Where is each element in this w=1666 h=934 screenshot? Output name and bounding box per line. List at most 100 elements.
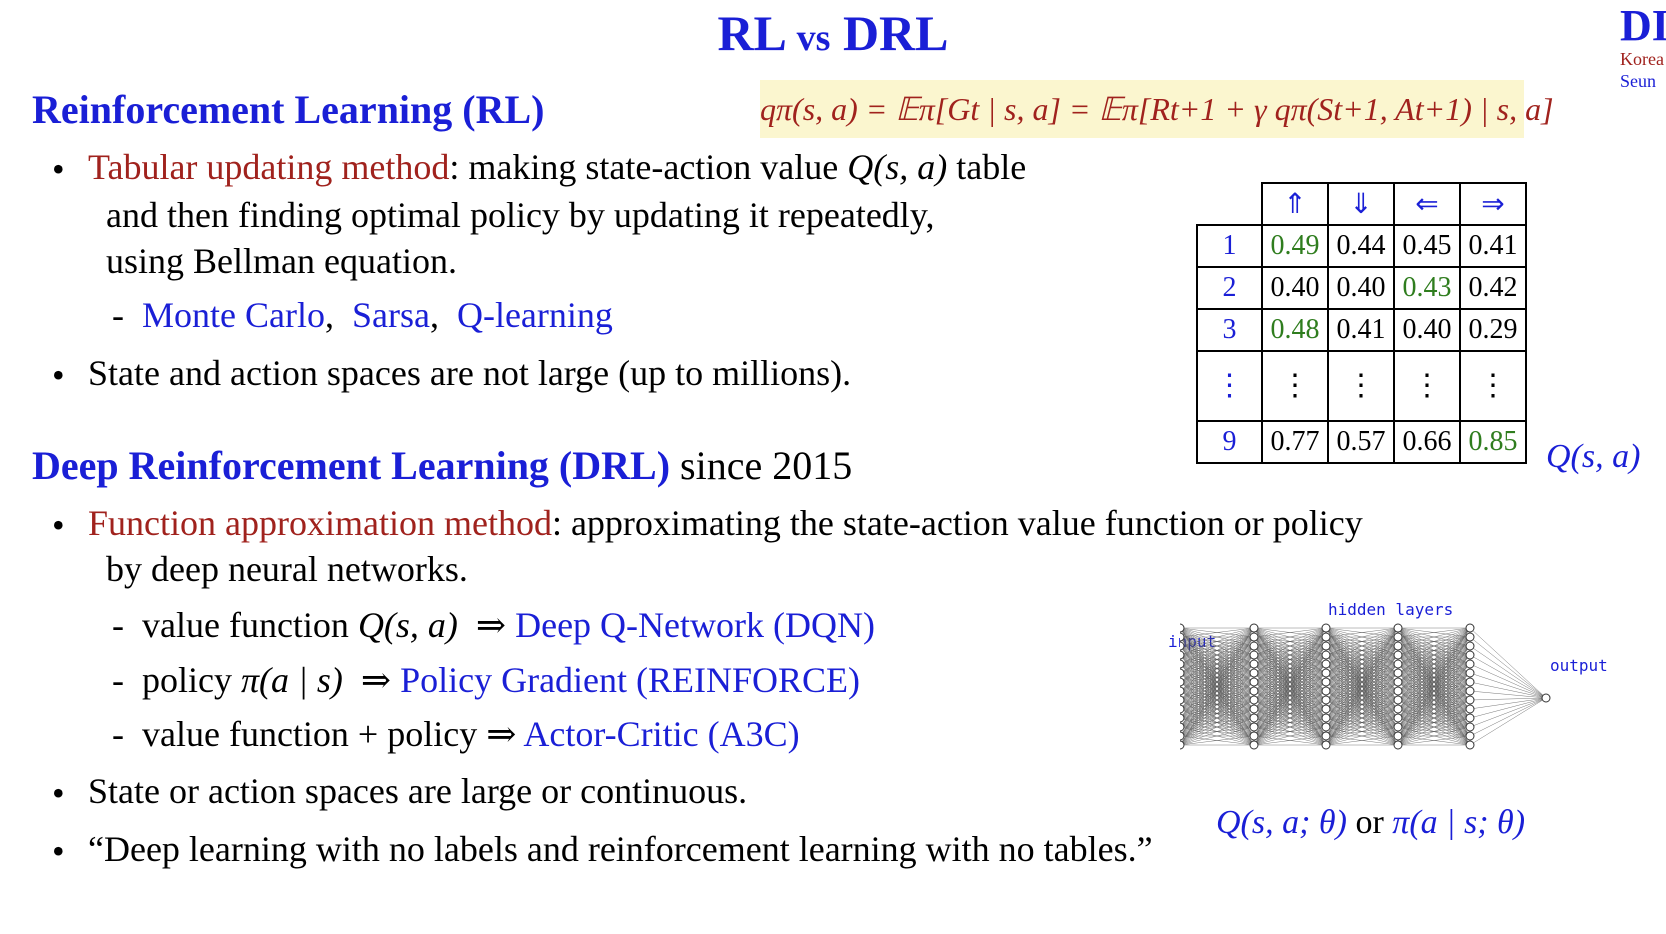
hidden-node (1465, 686, 1475, 696)
item-math: Q(s, a) (357, 605, 458, 645)
drl-item-a3c: - value function + policy ⇒ Actor-Critic… (112, 713, 800, 755)
input-node (1180, 713, 1185, 723)
hidden-node (1393, 623, 1403, 633)
bullet-dot: • (52, 831, 65, 871)
nn-hidden-label: hidden layers (1328, 600, 1454, 619)
neural-network-diagram (1180, 623, 1551, 750)
hidden-node (1249, 704, 1259, 714)
item-pre: value function (142, 605, 358, 645)
drl-bullet1-line2: by deep neural networks. (106, 549, 468, 589)
input-node (1180, 704, 1185, 714)
hidden-node (1321, 731, 1331, 741)
rl-methods: - Monte Carlo, Sarsa, Q-learning (112, 294, 613, 336)
hidden-node (1249, 695, 1259, 705)
q-table-row: ⋮ ⋮ ⋮ ⋮ ⋮ (1196, 350, 1527, 422)
item-result: Policy Gradient (REINFORCE) (400, 660, 861, 700)
university-logo: DI Korea Seun (1620, 0, 1666, 92)
hidden-node (1249, 650, 1259, 660)
output-node (1541, 693, 1551, 703)
drl-heading-line: Deep Reinforcement Learning (DRL) since … (32, 442, 852, 489)
hidden-node (1321, 668, 1331, 678)
q-table-row: 3 0.48 0.41 0.40 0.29 (1196, 308, 1527, 352)
q-state-id: 2 (1196, 266, 1263, 310)
hidden-node (1249, 659, 1259, 669)
hidden-node (1249, 731, 1259, 741)
q-value-cell: 0.40 (1327, 266, 1395, 310)
hidden-node (1393, 650, 1403, 660)
input-node (1180, 623, 1185, 633)
q-header-up: ⇑ (1261, 182, 1329, 226)
input-node (1180, 740, 1185, 750)
drl-bullet1-line1: Function approximation method: approxima… (88, 502, 1363, 544)
rl-heading: Reinforcement Learning (RL) (32, 87, 545, 132)
hidden-node (1249, 740, 1259, 750)
hidden-node (1321, 695, 1331, 705)
drl-b1-text: : approximating the state-action value f… (551, 503, 1363, 543)
hidden-node (1249, 722, 1259, 732)
bullet-dot: • (52, 505, 65, 545)
hidden-node (1249, 623, 1259, 633)
item-math: π(a | s) (240, 660, 343, 700)
input-node (1180, 686, 1185, 696)
hidden-node (1321, 632, 1331, 642)
title-vs: vs (796, 17, 831, 59)
implies-arrow: ⇒ (486, 714, 517, 754)
hidden-node (1393, 641, 1403, 651)
hidden-node (1393, 713, 1403, 723)
nn-caption: Q(s, a; θ) or π(a | s; θ) (1216, 804, 1525, 842)
bullet-dot: • (52, 149, 65, 189)
hidden-node (1393, 686, 1403, 696)
hidden-node (1321, 686, 1331, 696)
hidden-node (1249, 677, 1259, 687)
hidden-node (1249, 668, 1259, 678)
q-value-cell: 0.77 (1261, 420, 1329, 464)
methods-sep2: , (429, 295, 439, 335)
hidden-node (1465, 713, 1475, 723)
hidden-node (1249, 713, 1259, 723)
q-table-header-row: ⇑ ⇓ ⇐ ⇒ (1197, 182, 1527, 226)
hidden-node (1393, 668, 1403, 678)
hidden-node (1465, 740, 1475, 750)
implies-arrow: ⇒ (360, 660, 392, 700)
caption-pi-theta: π(a | s; θ) (1392, 804, 1526, 841)
logo-mark: DI (1620, 1, 1666, 50)
input-node (1180, 668, 1185, 678)
hidden-node (1321, 641, 1331, 651)
q-value-cell: ⋮ (1261, 350, 1329, 422)
hidden-node (1393, 695, 1403, 705)
q-state-id: 3 (1196, 308, 1263, 352)
item-dash: - (112, 605, 124, 645)
logo-line2: Seun (1620, 71, 1656, 91)
hidden-node (1249, 632, 1259, 642)
input-node (1180, 659, 1185, 669)
hidden-node (1393, 740, 1403, 750)
hidden-node (1393, 677, 1403, 687)
q-header-down: ⇓ (1327, 182, 1395, 226)
q-value-cell: ⋮ (1459, 350, 1527, 422)
methods-sep1: , (324, 295, 334, 335)
q-value-cell: 0.43 (1393, 266, 1461, 310)
input-node (1180, 677, 1185, 687)
title-drl: DRL (842, 5, 949, 61)
input-node (1180, 695, 1185, 705)
hidden-node (1393, 704, 1403, 714)
bullet-dot: • (52, 355, 65, 395)
q-value-cell: 0.49 (1261, 224, 1329, 268)
q-header-right: ⇒ (1459, 182, 1527, 226)
function-approx-term: Function approximation method (88, 503, 552, 543)
hidden-node (1465, 668, 1475, 678)
title-rl: RL (717, 5, 785, 61)
implies-arrow: ⇒ (475, 605, 507, 645)
q-value-cell: 0.41 (1327, 308, 1395, 352)
item-pre: policy (142, 660, 241, 700)
hidden-node (1393, 722, 1403, 732)
hidden-node (1465, 677, 1475, 687)
rl-bullet2: State and action spaces are not large (u… (88, 353, 852, 393)
q-state-id: 1 (1196, 224, 1263, 268)
hidden-node (1321, 713, 1331, 723)
method-q-learning: Q-learning (456, 295, 613, 335)
q-table-row: 2 0.40 0.40 0.43 0.42 (1196, 266, 1527, 310)
hidden-node (1321, 722, 1331, 732)
q-value-cell: 0.45 (1393, 224, 1461, 268)
method-sarsa: Sarsa (351, 295, 430, 335)
